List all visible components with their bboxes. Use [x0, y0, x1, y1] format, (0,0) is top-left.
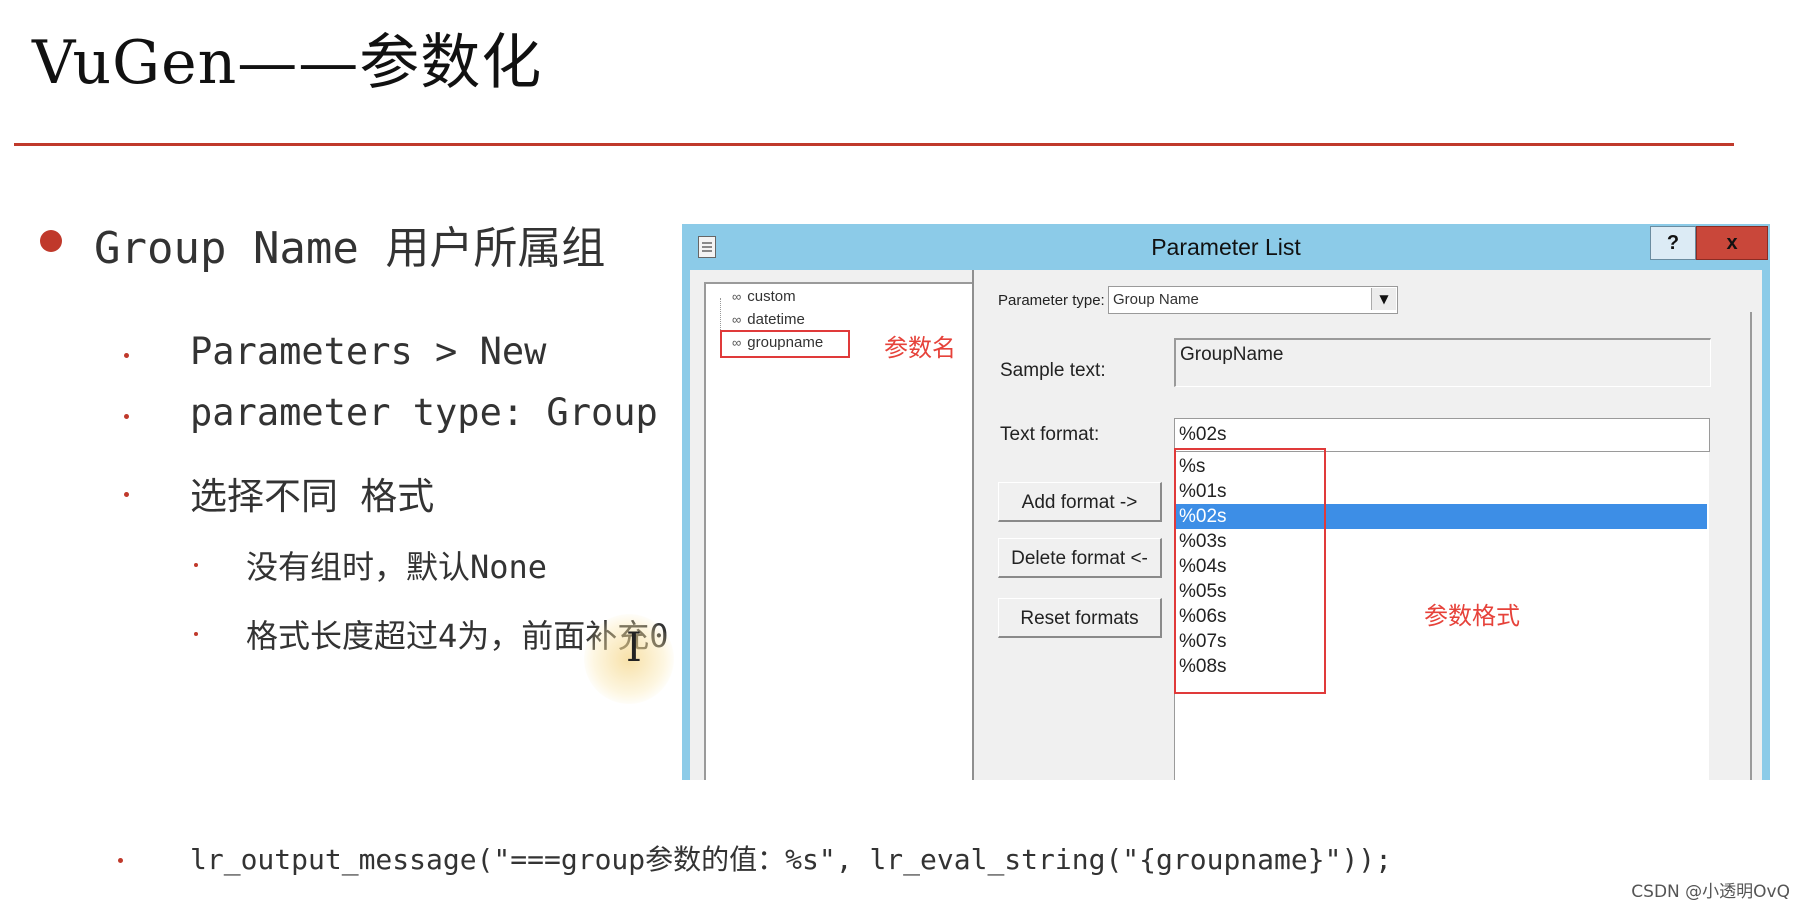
bullet-dot [194, 563, 198, 567]
sub-bullet-3: 选择不同 格式 [190, 475, 435, 518]
text-cursor-icon: I [626, 625, 642, 671]
tree-item-custom[interactable]: ∞ custom [732, 288, 796, 305]
parameter-list-dialog: Parameter List ? x ∞ custom ∞ datetime ∞ gr… [682, 224, 1770, 780]
dialog-titlebar[interactable]: Parameter List ? x [682, 224, 1770, 268]
groupname-highlight-box [720, 330, 850, 358]
parameter-tree[interactable]: ∞ custom ∞ datetime ∞ groupname 参数名 [704, 282, 974, 780]
chevron-down-icon[interactable]: ▼ [1371, 288, 1396, 310]
close-button[interactable]: x [1696, 226, 1768, 260]
bullet-dot [118, 858, 123, 863]
dialog-body: ∞ custom ∞ datetime ∞ groupname 参数名 Paramet… [690, 270, 1762, 780]
title-divider [14, 143, 1734, 146]
sample-text-label: Sample text: [1000, 360, 1106, 381]
parameter-type-label: Parameter type: [998, 292, 1105, 309]
slide-title: VuGen——参数化 [32, 28, 543, 98]
parameter-icon: ∞ [732, 312, 742, 327]
bullet-dot [124, 353, 129, 358]
bullet-dot [124, 492, 129, 497]
sub-sub-bullet-1: 没有组时，默认None [246, 548, 548, 586]
sample-text-field: GroupName [1174, 338, 1711, 387]
parameter-type-value: Group Name [1113, 291, 1199, 308]
bullet-dot [124, 414, 129, 419]
reset-formats-button[interactable]: Reset formats [998, 598, 1162, 638]
tree-item-label: custom [747, 288, 796, 305]
text-format-value: %02s [1179, 424, 1227, 445]
text-format-input[interactable]: %02s [1174, 418, 1710, 452]
bullet-dot-main [40, 230, 62, 252]
param-name-annotation: 参数名 [884, 334, 956, 362]
sub-bullet-1: Parameters > New [190, 330, 547, 373]
panel-divider [972, 270, 974, 780]
tree-item-datetime[interactable]: ∞ datetime [732, 311, 805, 328]
bullet-main-text: Group Name 用户所属组 [94, 223, 606, 274]
format-highlight-box [1174, 448, 1326, 694]
text-format-label: Text format: [1000, 424, 1100, 445]
param-format-annotation: 参数格式 [1424, 602, 1520, 630]
delete-format-button[interactable]: Delete format <- [998, 538, 1162, 578]
parameter-type-select[interactable]: Group Name ▼ [1108, 286, 1398, 314]
sample-text-value: GroupName [1180, 344, 1284, 365]
panel-border [1750, 312, 1752, 780]
watermark: CSDN @小透明OvQ [1631, 882, 1790, 902]
help-button[interactable]: ? [1650, 226, 1696, 260]
dialog-title: Parameter List [1151, 234, 1301, 260]
tree-item-label: datetime [747, 311, 805, 328]
bullet-dot [194, 632, 198, 636]
add-format-button[interactable]: Add format -> [998, 482, 1162, 522]
parameter-icon: ∞ [732, 289, 742, 304]
code-line: lr_output_message("===group参数的值：%s", lr_… [190, 843, 1393, 876]
